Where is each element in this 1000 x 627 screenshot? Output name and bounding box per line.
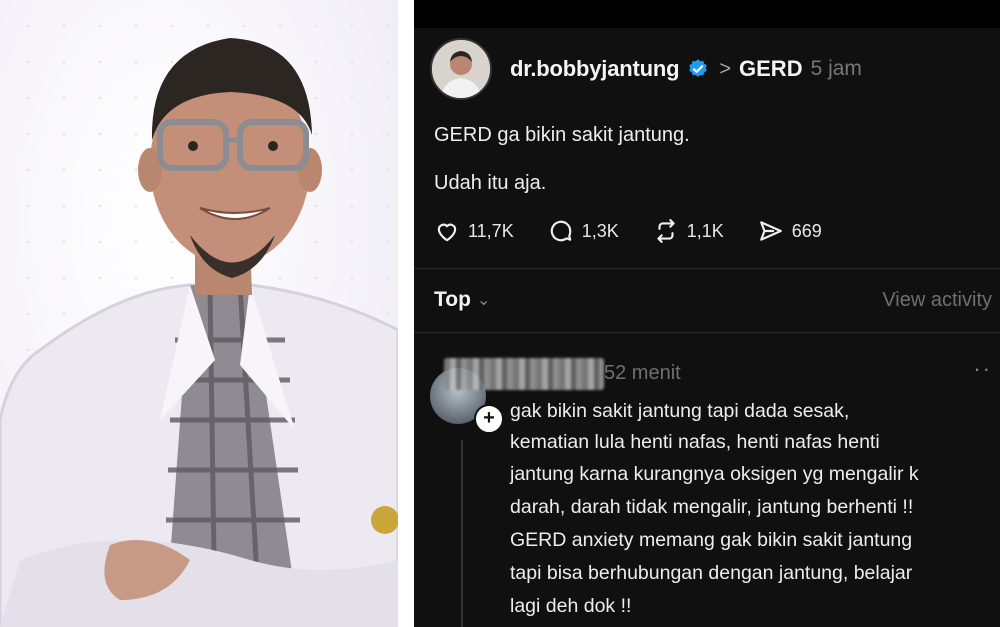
reply-count: 1,3K [581,220,619,241]
like-count: 11,7K [468,220,514,241]
topic-tag[interactable]: GERD [739,56,803,82]
reply-icon [550,220,572,242]
share-count: 669 [791,220,822,241]
comment-line: kematian lula henti nafas, henti nafas h… [510,431,880,453]
post-header: dr.bobbyjantung > GERD 5 jam [510,54,862,84]
comment-line: darah, darah tidak mengalir, jantung ber… [510,496,914,518]
chevron-down-icon: ⌄ [476,292,491,309]
post-text-line-1: GERD ga bikin sakit jantung. [434,124,690,146]
divider [414,332,1000,333]
threads-post-screenshot: dr.bobbyjantung > GERD 5 jam GERD ga bik… [414,0,1000,627]
heart-icon [437,223,457,242]
chevron-right-icon: > [719,57,732,80]
comment-line: gak bikin sakit jantung tapi dada sesak, [510,400,850,422]
repost-count: 1,1K [686,220,724,241]
more-icon[interactable]: ·· [973,356,992,382]
avatar-image [432,40,490,98]
doctor-illustration [0,38,398,627]
sort-label: Top [434,288,471,311]
plus-icon[interactable]: + [474,404,504,434]
commenter-username-blurred[interactable] [444,358,604,390]
comment-line: lagi deh dok !! [510,595,632,617]
like-button[interactable]: 11,7K [434,218,514,244]
panel-divider [398,0,414,627]
comment-line: tapi bisa berhubungan dengan jantung, be… [510,562,913,584]
comment-line: jantung karna kurangnya oksigen yg menga… [510,463,919,485]
divider [414,268,1000,269]
comment-time: 52 menit [604,362,681,384]
comment-line: GERD anxiety memang gak bikin sakit jant… [510,529,913,551]
verified-badge-icon [689,59,708,77]
top-bar [414,0,1000,28]
repost-button[interactable]: 1,1K [653,218,724,244]
share-icon [759,221,782,241]
post-actions: 11,7K 1,3K 1,1K 669 [434,216,856,246]
post-text-line-2: Udah itu aja. [434,172,547,194]
share-button[interactable]: 669 [758,218,822,244]
view-activity-link[interactable]: View activity [882,289,992,312]
username[interactable]: dr.bobbyjantung [510,56,680,82]
reply-button[interactable]: 1,3K [548,218,619,244]
sort-dropdown[interactable]: Top ⌄ [434,288,490,312]
repost-icon [657,219,675,243]
reply-thread-line [461,440,463,627]
avatar[interactable] [430,38,492,100]
post-time: 5 jam [810,57,862,80]
doctor-photo [0,0,398,627]
